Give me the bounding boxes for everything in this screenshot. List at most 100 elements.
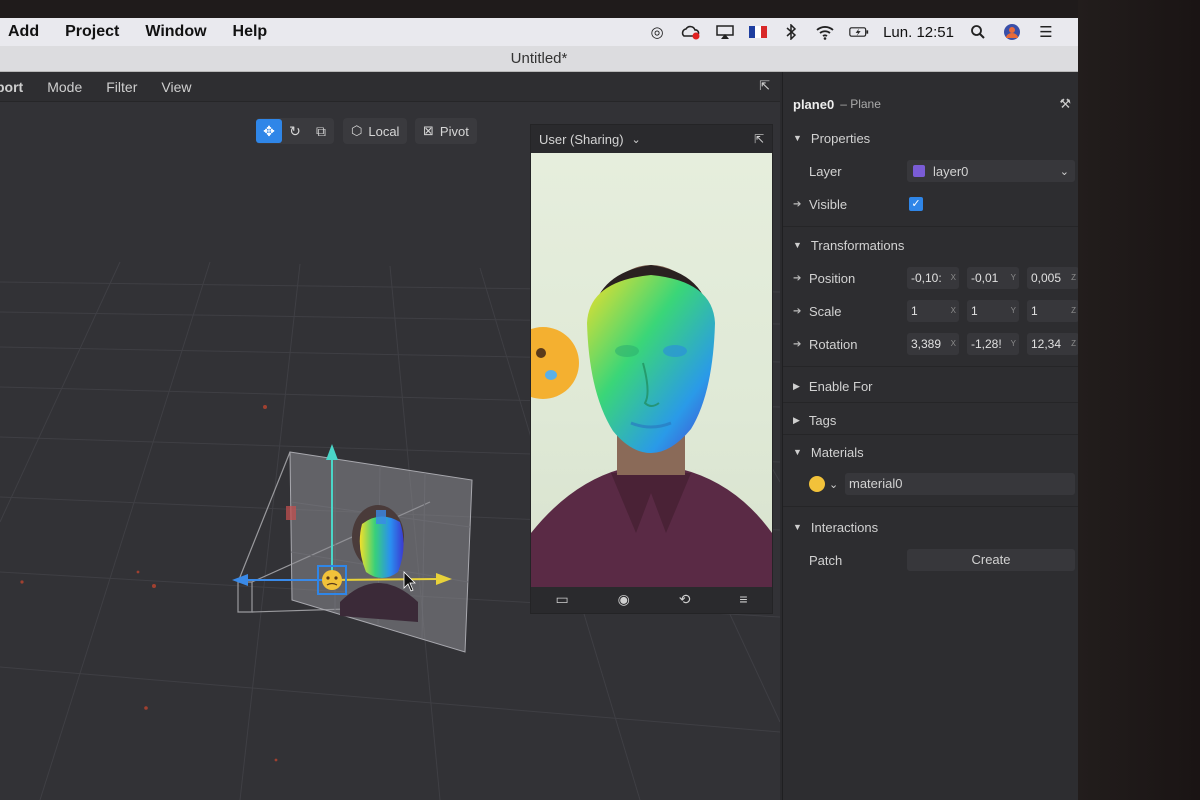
keyframe-arrow-icon[interactable]: ➔ [793,199,801,210]
divider [783,506,1078,507]
visible-checkbox[interactable]: ✓ [909,197,923,211]
object-name: plane0 [793,96,835,112]
capture-photo-icon[interactable]: ◉ [618,591,630,608]
rotation-z-value: 12,34 [1031,337,1062,351]
section-interactions-label: Interactions [810,519,879,535]
user-avatar-icon[interactable] [1002,23,1022,41]
section-materials-label: Materials [810,444,864,460]
patch-row: Patch Create [783,548,1078,572]
status-area: ◎ Lun. 12:51 ☰ [647,23,1078,42]
layer-color-swatch [913,165,925,177]
caret-down-icon: ▼ [793,522,802,532]
axis-z-label: Z [1071,273,1076,282]
keyframe-arrow-icon[interactable]: ➔ [793,273,801,284]
material-field[interactable]: material0 [845,473,1075,495]
menu-project[interactable]: Project [57,23,119,41]
viewport-tab[interactable]: port [0,79,23,95]
rotation-y-field[interactable]: -1,28! Y [967,333,1019,355]
viewport-panel[interactable]: port Mode Filter View ⇱ ✥ ↻ ⧉ ⬡ Local ⊠ … [0,72,780,800]
room-background [0,0,1200,18]
position-y-field[interactable]: -0,01 Y [967,267,1019,289]
list-icon[interactable]: ☰ [1036,23,1056,41]
expand-icon[interactable]: ⇱ [759,78,770,94]
material-thumbnail-icon[interactable] [809,476,825,492]
menu-add[interactable]: Add [0,23,39,41]
section-transformations[interactable]: ▼ Transformations [783,233,1078,257]
layer-row: Layer layer0 ⌄ [783,159,1078,183]
axis-z-label: Z [1071,306,1076,315]
section-materials[interactable]: ▼ Materials [783,440,1078,464]
preview-image [531,265,772,587]
scale-y-value: 1 [971,304,978,318]
wifi-icon[interactable] [815,23,835,41]
magic-wand-icon[interactable]: ⚒ [1059,96,1071,112]
layer-value: layer0 [933,163,969,179]
axis-y-label: Y [1010,339,1016,348]
bluetooth-icon[interactable] [781,23,801,41]
menu-icon[interactable]: ≡ [739,591,747,607]
creative-cloud-icon[interactable] [681,23,701,41]
caret-down-icon: ▼ [793,240,802,250]
keyframe-arrow-icon[interactable]: ➔ [793,306,801,317]
rotation-x-value: 3,389 [911,337,942,351]
mode-menu[interactable]: Mode [47,79,82,95]
layer-dropdown[interactable]: layer0 ⌄ [907,160,1075,182]
rotation-y-value: -1,28! [971,337,1002,351]
rotate-device-icon[interactable]: ⟲ [679,591,691,608]
position-z-field[interactable]: 0,005 Z [1027,267,1078,289]
section-tags[interactable]: ▶ Tags [783,408,1078,432]
section-interactions[interactable]: ▼ Interactions [783,515,1078,539]
divider [783,402,1078,403]
section-enable-for-label: Enable For [808,378,873,394]
airplay-icon[interactable] [715,23,735,41]
simulator-preview[interactable] [531,153,772,587]
create-patch-button[interactable]: Create [907,549,1075,571]
section-enable-for[interactable]: ▶ Enable For [783,374,1078,398]
filter-menu[interactable]: Filter [106,79,137,95]
rotation-x-field[interactable]: 3,389 X [907,333,959,355]
position-z-value: 0,005 [1031,271,1062,285]
scale-row: ➔ Scale 1X 1Y 1Z [783,299,1078,323]
position-row: ➔ Position -0,10: X -0,01 Y 0,005 Z [783,266,1078,290]
axis-x-label: X [950,339,956,348]
create-patch-label: Create [971,552,1011,567]
target-icon[interactable]: ◎ [647,23,667,41]
scale-label: Scale [809,303,842,319]
axis-y-label: Y [1010,273,1016,282]
rotation-z-field[interactable]: 12,34 Z [1027,333,1078,355]
expand-icon[interactable]: ⇱ [754,132,764,146]
scale-z-value: 1 [1031,304,1038,318]
view-menu[interactable]: View [161,79,191,95]
menu-help[interactable]: Help [225,23,268,41]
scale-y-field[interactable]: 1Y [967,300,1019,322]
chevron-down-icon[interactable]: ⌄ [829,478,838,491]
material-name: material0 [849,476,903,491]
simulator-footer: ▭ ◉ ⟲ ≡ [531,585,772,613]
scale-z-field[interactable]: 1Z [1027,300,1078,322]
chevron-down-icon[interactable]: ⌄ [632,133,641,146]
record-video-icon[interactable]: ▭ [555,591,568,608]
clock[interactable]: Lun. 12:51 [883,24,954,41]
section-properties[interactable]: ▼ Properties [783,126,1078,150]
rotation-row: ➔ Rotation 3,389 X -1,28! Y 12,34 Z [783,332,1078,356]
patch-label: Patch [809,552,843,568]
emoji-sticker-icon[interactable] [322,570,342,590]
scene-particles [20,405,278,762]
scale-x-value: 1 [911,304,918,318]
menu-window[interactable]: Window [137,23,206,41]
device-selector[interactable]: User (Sharing) [539,132,624,147]
axis-x-label: X [950,273,956,282]
simulator-panel[interactable]: User (Sharing) ⌄ ⇱ ▭ ◉ ⟲ ≡ [530,124,773,614]
search-icon[interactable] [968,23,988,41]
scale-x-field[interactable]: 1X [907,300,959,322]
battery-charging-icon[interactable] [849,23,869,41]
menu-bar: Add Project Window Help ◎ Lun. 12:51 ☰ [0,18,1078,46]
face-mask-mesh [359,516,404,578]
divider [783,226,1078,227]
french-flag-icon[interactable] [749,26,768,38]
section-properties-label: Properties [810,130,871,146]
position-x-field[interactable]: -0,10: X [907,267,959,289]
keyframe-arrow-icon[interactable]: ➔ [793,339,801,350]
visible-row: ➔ Visible ✓ [783,192,1078,216]
caret-right-icon: ▶ [793,414,800,425]
